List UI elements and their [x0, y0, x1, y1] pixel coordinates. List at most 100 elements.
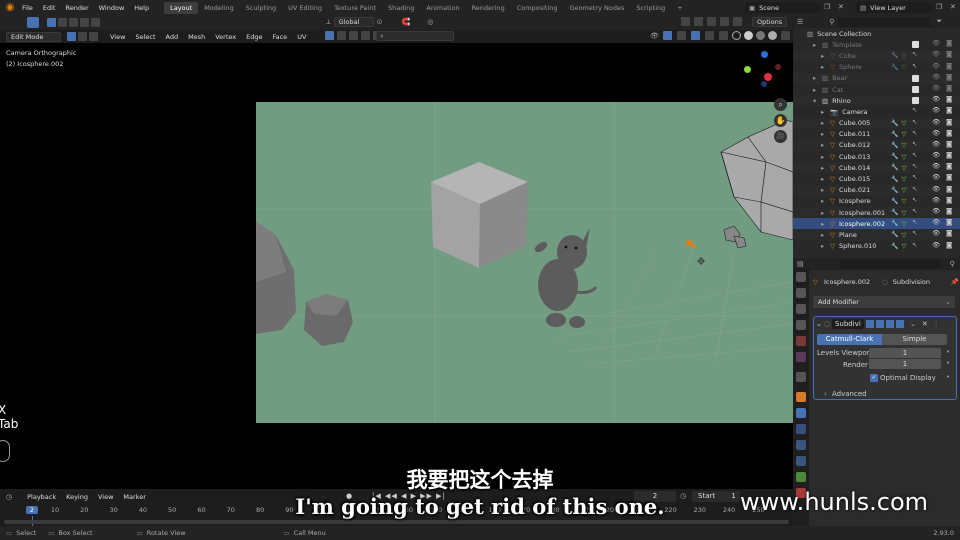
- visibility-eye-icon[interactable]: 👁: [932, 84, 940, 92]
- edit-mode-toggle-icon[interactable]: [865, 319, 874, 328]
- snap-icon[interactable]: 🧲: [402, 18, 411, 26]
- render-camera-icon[interactable]: ◙: [946, 173, 952, 181]
- select-toggle-icon[interactable]: ↖: [912, 151, 919, 159]
- select-new-icon[interactable]: [47, 18, 56, 27]
- outliner-row[interactable]: ▸ ▽ Cube.005 🔧 ▽ ↖ 👁 ◙: [793, 117, 960, 129]
- vertex-select-mode-icon[interactable]: [67, 32, 76, 41]
- expand-closed-icon[interactable]: ▸: [821, 153, 828, 161]
- rhino-character-object[interactable]: [533, 228, 598, 328]
- advanced-subpanel-label[interactable]: Advanced: [832, 390, 867, 398]
- collection-tab-icon[interactable]: [796, 372, 806, 382]
- visibility-eye-icon[interactable]: 👁: [932, 95, 940, 103]
- gizmo-y-axis-icon[interactable]: [744, 66, 751, 73]
- outliner-scene-collection[interactable]: ▥ Scene Collection: [793, 28, 960, 39]
- viewport-menu-face[interactable]: Face: [267, 33, 292, 41]
- render-camera-icon[interactable]: ◙: [946, 241, 952, 249]
- gizmo-z-axis-icon[interactable]: [761, 51, 768, 58]
- render-camera-icon[interactable]: ◙: [946, 62, 952, 70]
- outliner-filter-icon[interactable]: ⚲: [829, 18, 834, 26]
- on-cage-toggle-icon[interactable]: [875, 319, 884, 328]
- edge-select-mode-icon[interactable]: [78, 32, 87, 41]
- expand-closed-icon[interactable]: ▸: [821, 130, 828, 138]
- tab-compositing[interactable]: Compositing: [511, 2, 564, 14]
- properties-search-input[interactable]: [839, 259, 940, 269]
- properties-editor-icon[interactable]: ▤: [797, 260, 804, 268]
- properties-pin-icon[interactable]: ⚲: [950, 260, 955, 268]
- gizmo-toggle-icon[interactable]: [662, 31, 672, 40]
- visibility-eye-icon[interactable]: 👁: [932, 39, 940, 47]
- render-camera-icon[interactable]: ◙: [946, 207, 952, 215]
- select-toggle-icon[interactable]: ↖: [912, 118, 919, 126]
- visibility-eye-icon[interactable]: 👁: [932, 207, 940, 215]
- levels-viewport-keyframe-icon[interactable]: •: [946, 348, 950, 356]
- select-toggle-icon[interactable]: ↖: [912, 218, 919, 226]
- simple-button[interactable]: Simple: [882, 334, 947, 345]
- outliner-row[interactable]: ▸ ▽ Cube.021 🔧 ▽ ↖ 👁 ◙: [793, 184, 960, 196]
- zoom-view-icon[interactable]: ⌕: [774, 98, 787, 111]
- pan-view-icon[interactable]: ✋: [774, 114, 787, 127]
- select-tool-icon[interactable]: [27, 17, 39, 28]
- mirror-z-button[interactable]: [707, 17, 716, 26]
- particles-tab-icon[interactable]: [796, 424, 806, 434]
- optimal-display-checkbox[interactable]: ✓: [870, 374, 878, 382]
- outliner-editor-icon[interactable]: ☰: [797, 18, 803, 26]
- blender-logo-icon[interactable]: ◉: [3, 1, 17, 15]
- expand-closed-icon[interactable]: ▸: [821, 141, 828, 149]
- rock-left-object[interactable]: [256, 222, 296, 334]
- outliner-row[interactable]: ▸ ▽ Cube.014 🔧 ▽ ↖ 👁 ◙: [793, 162, 960, 174]
- render-camera-icon[interactable]: ◙: [946, 218, 952, 226]
- view-layer-tab-icon[interactable]: [796, 320, 806, 330]
- tab-scripting[interactable]: Scripting: [630, 2, 671, 14]
- render-camera-icon[interactable]: ◙: [946, 229, 952, 237]
- uv-vertex-icon[interactable]: [337, 31, 346, 40]
- select-toggle-icon[interactable]: ↖: [912, 173, 919, 181]
- physics-tab-icon[interactable]: [796, 440, 806, 450]
- render-camera-icon[interactable]: ◙: [946, 95, 952, 103]
- viewport-menu-uv[interactable]: UV: [292, 33, 311, 41]
- select-toggle-icon[interactable]: ↖: [912, 207, 919, 215]
- exclude-checkbox[interactable]: [912, 97, 919, 105]
- outliner-row[interactable]: ▸ ▽ Cube 🔧 ▽ ↖ 👁 ◙: [793, 50, 960, 62]
- visibility-eye-icon[interactable]: 👁: [932, 185, 940, 193]
- select-toggle-icon[interactable]: ↖: [912, 185, 919, 193]
- render-camera-icon[interactable]: ◙: [946, 151, 952, 159]
- render-camera-icon[interactable]: ◙: [946, 73, 952, 81]
- render-camera-icon[interactable]: ◙: [946, 39, 952, 47]
- select-toggle-icon[interactable]: ↖: [912, 129, 919, 137]
- outliner-row[interactable]: ▸ ▥ Bear 👁 ◙: [793, 72, 960, 84]
- render-toggle-icon[interactable]: [895, 319, 904, 328]
- select-invert-icon[interactable]: [80, 18, 89, 27]
- pivot-icon[interactable]: ⊙: [377, 18, 383, 26]
- render-camera-icon[interactable]: ◙: [946, 162, 952, 170]
- mesh-options-button[interactable]: [733, 17, 742, 26]
- remove-modifier-icon[interactable]: ✕: [922, 320, 928, 328]
- select-toggle-icon[interactable]: ↖: [912, 140, 919, 148]
- expand-closed-icon[interactable]: ▸: [813, 86, 820, 94]
- menu-edit[interactable]: Edit: [38, 4, 61, 12]
- add-modifier-button[interactable]: Add Modifier ⌄: [813, 296, 955, 308]
- select-toggle-icon[interactable]: ↖: [912, 62, 919, 70]
- select-toggle-icon[interactable]: ↖: [912, 196, 919, 204]
- options-dropdown[interactable]: Options: [752, 17, 788, 27]
- gizmo-dropdown-icon[interactable]: [676, 31, 686, 40]
- levels-viewport-field[interactable]: 1: [869, 348, 941, 358]
- render-camera-icon[interactable]: ◙: [946, 129, 952, 137]
- render-levels-keyframe-icon[interactable]: •: [946, 359, 950, 367]
- render-camera-icon[interactable]: ◙: [946, 196, 952, 204]
- overlay-dropdown-icon[interactable]: [704, 31, 714, 40]
- shading-options-icon[interactable]: [780, 31, 790, 40]
- expand-closed-icon[interactable]: ▸: [821, 63, 828, 71]
- scene-selector[interactable]: ▣ Scene: [745, 2, 820, 13]
- select-extend-icon[interactable]: [58, 18, 67, 27]
- modifier-tab-icon[interactable]: [796, 408, 806, 418]
- visibility-eye-icon[interactable]: 👁: [932, 162, 940, 170]
- outliner-search-input[interactable]: [838, 16, 931, 27]
- outliner-row[interactable]: ▸ ▽ Icosphere.001 🔧 ▽ ↖ 👁 ◙: [793, 207, 960, 219]
- select-toggle-icon[interactable]: ↖: [912, 106, 919, 114]
- viewport-menu-mesh[interactable]: Mesh: [183, 33, 210, 41]
- modifier-name-field[interactable]: Subdivi: [831, 318, 864, 329]
- tool-tab-icon[interactable]: [796, 272, 806, 282]
- visibility-eye-icon[interactable]: 👁: [932, 196, 940, 204]
- advanced-expand-icon[interactable]: ›: [824, 390, 827, 398]
- outliner-row[interactable]: ▸ ▽ Cube.013 🔧 ▽ ↖ 👁 ◙: [793, 151, 960, 162]
